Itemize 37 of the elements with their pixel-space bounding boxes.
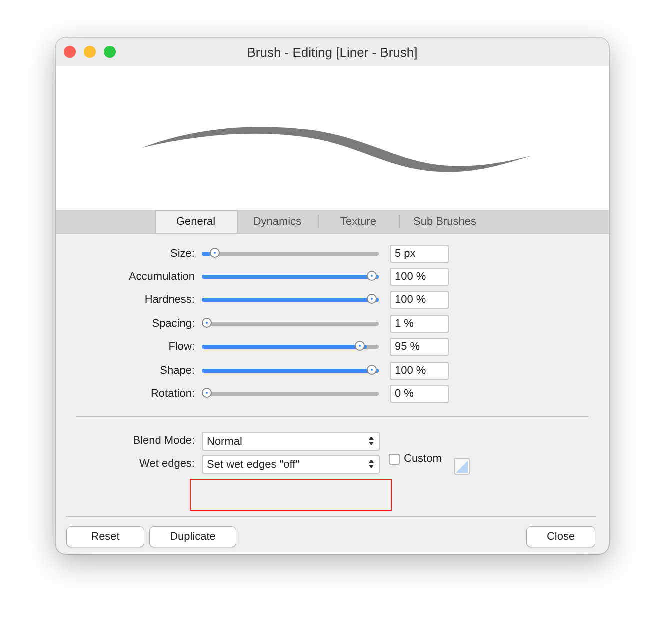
dropdown[interactable]: Set wet edges "off" [202,454,380,474]
dialog-button[interactable]: Reset [67,526,144,547]
tab[interactable]: General [154,210,238,233]
value-field[interactable]: 100 % [390,362,449,380]
tab[interactable]: Texture [318,210,398,233]
tab[interactable]: Sub Brushes [400,210,490,233]
field-label: Hardness: [144,294,196,306]
zoom-window-button[interactable] [104,46,116,58]
slider-thumb[interactable] [367,364,377,375]
field-label: Shape: [159,364,196,377]
tab[interactable]: Dynamics [238,210,318,233]
close-window-button[interactable] [64,46,76,58]
checkbox-label: Custom [404,452,442,465]
field-label: Spacing: [151,318,196,330]
slider-thumb[interactable] [202,318,212,328]
value-field[interactable]: 95 % [390,338,449,356]
field-label: Blend Mode: [132,435,196,448]
window-title: Brush - Editing [Liner - Brush] [247,44,418,60]
slider-thumb[interactable] [202,388,212,398]
field-label: Size: [170,248,196,260]
field-label: Flow: [168,341,196,354]
slider-thumb[interactable] [210,248,220,258]
value-field[interactable]: 1 % [390,314,449,333]
value-field[interactable]: 100 % [390,291,449,310]
close-button[interactable]: Close [527,526,595,547]
dropdown[interactable]: Normal [202,432,380,451]
checkbox[interactable] [389,454,400,465]
field-label: Accumulation [128,271,196,284]
field-label: Wet edges: [138,458,196,470]
slider-thumb[interactable] [367,294,377,304]
slider-thumb[interactable] [355,341,366,352]
dialog-button[interactable]: Duplicate [150,526,236,547]
value-field[interactable]: 100 % [390,268,449,286]
value-field[interactable]: 0 % [390,385,449,404]
slider-thumb[interactable] [367,271,377,282]
value-field[interactable]: 5 px [390,244,449,263]
field-label: Rotation: [150,388,196,400]
